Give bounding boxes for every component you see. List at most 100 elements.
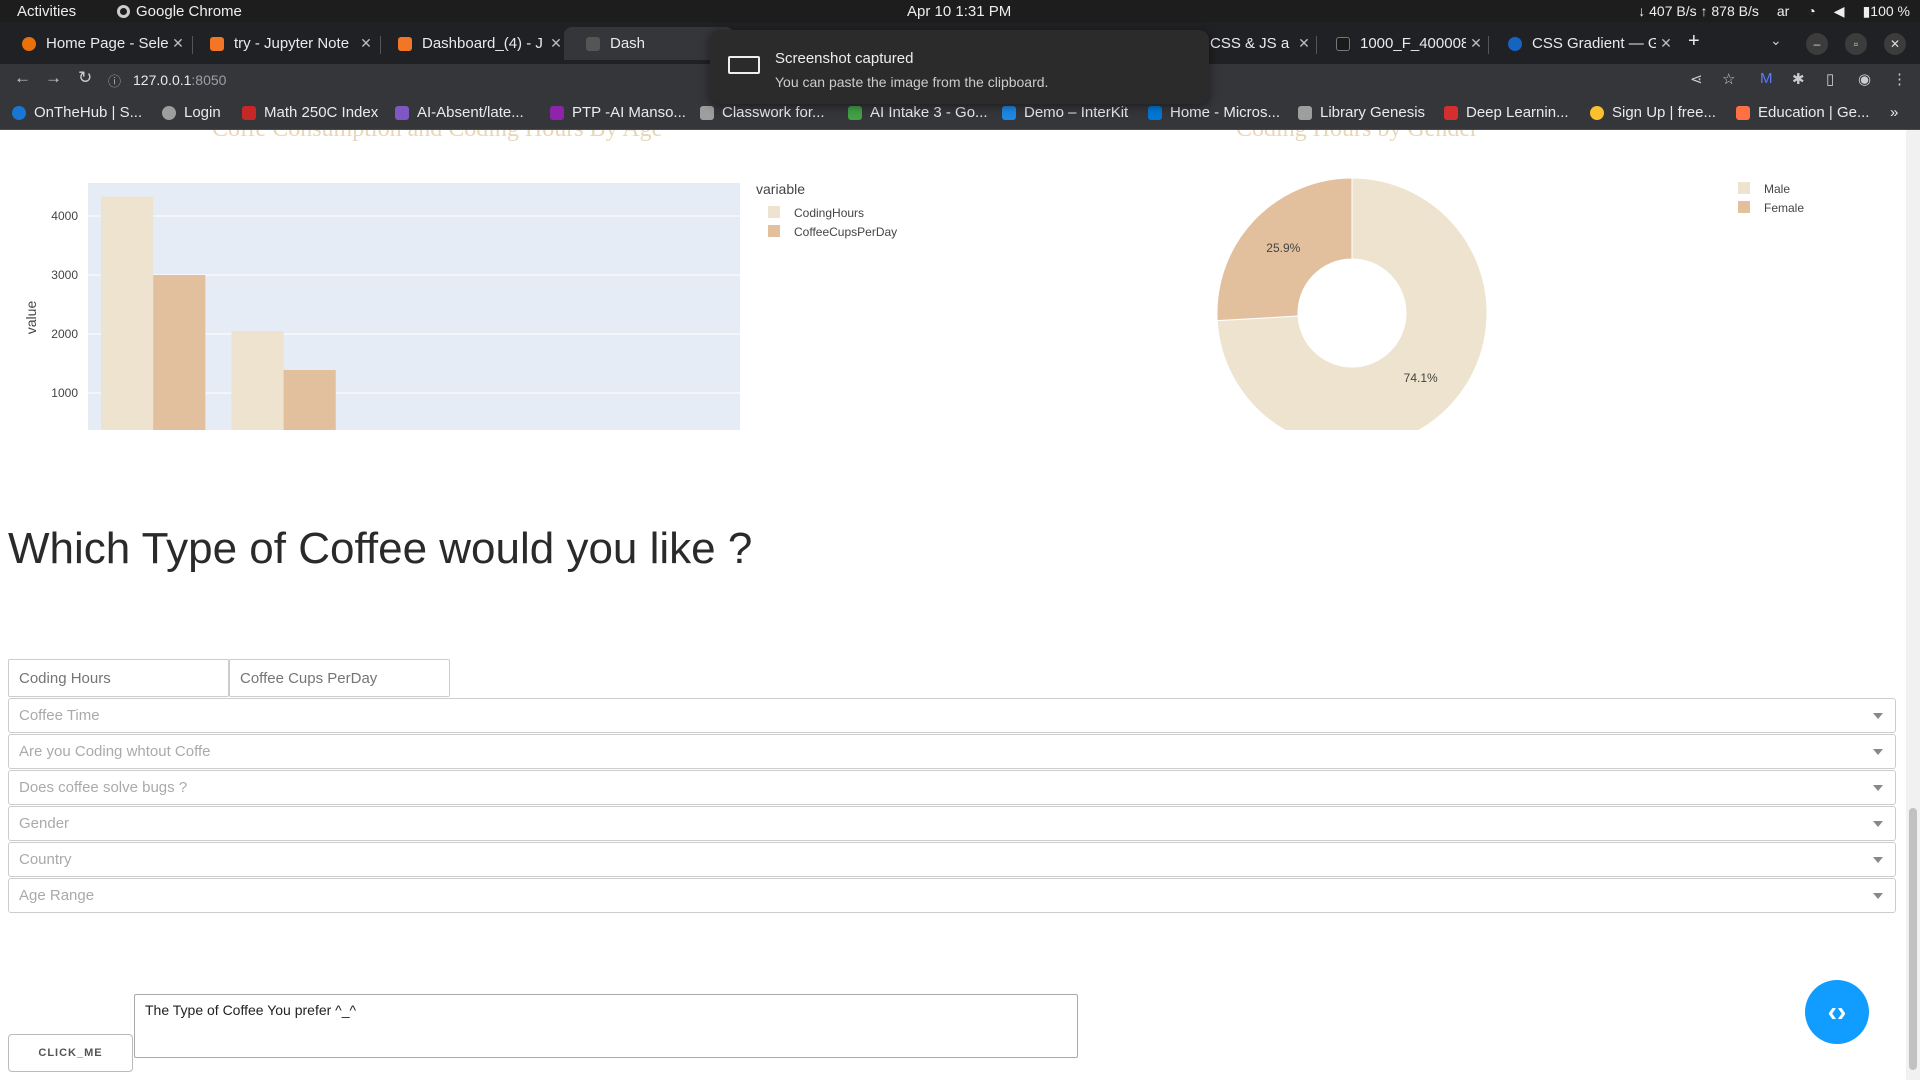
- profile-avatar[interactable]: ◉: [1858, 70, 1871, 88]
- bookmark-3[interactable]: AI-Absent/late...: [395, 104, 524, 121]
- bookmark-icon: [550, 105, 564, 120]
- coding-hours-input[interactable]: [8, 659, 229, 697]
- bookmark-1[interactable]: Login: [162, 104, 221, 121]
- activities-button[interactable]: Activities: [17, 3, 76, 20]
- tab-search-icon[interactable]: ⌄: [1770, 32, 1782, 49]
- close-icon[interactable]: ✕: [1656, 35, 1676, 52]
- more-bookmarks-icon[interactable]: »: [1890, 104, 1898, 121]
- bookmark-label: Home - Micros...: [1170, 104, 1281, 121]
- shutterstock-icon: [1336, 36, 1350, 51]
- battery-level: 100 %: [1870, 3, 1910, 19]
- bookmark-10[interactable]: Deep Learnin...: [1444, 104, 1569, 121]
- back-icon[interactable]: ←: [14, 68, 31, 88]
- extension-m-icon[interactable]: M: [1760, 70, 1773, 87]
- chrome-icon: [117, 5, 130, 18]
- reload-icon[interactable]: ↻: [78, 68, 92, 88]
- close-icon[interactable]: ✕: [168, 35, 188, 52]
- dropdown-placeholder: Age Range: [19, 887, 95, 904]
- tab-dash-active[interactable]: Dash: [564, 27, 734, 60]
- bookmark-9[interactable]: Library Genesis: [1298, 104, 1425, 121]
- tab-2[interactable]: Dashboard_(4) - J ✕: [376, 27, 566, 60]
- output-textarea[interactable]: The Type of Coffee You prefer ^_^: [134, 994, 1078, 1058]
- tab-title: Home Page - Selec: [46, 35, 168, 52]
- bookmark-icon: [162, 105, 176, 120]
- y-tick-label: 3000: [51, 268, 78, 282]
- bookmark-8[interactable]: Home - Micros...: [1148, 104, 1280, 121]
- bookmark-4[interactable]: PTP -AI Manso...: [550, 104, 686, 121]
- bookmark-icon: [848, 105, 862, 120]
- bookmark-icon: [395, 105, 409, 120]
- bookmark-2[interactable]: Math 250C Index: [242, 104, 378, 121]
- bookmark-7[interactable]: Demo – InterKit: [1002, 104, 1128, 121]
- bookmark-label: PTP -AI Manso...: [572, 104, 686, 121]
- close-window-icon[interactable]: ✕: [1884, 33, 1906, 55]
- bookmark-12[interactable]: Education | Ge...: [1736, 104, 1869, 121]
- bookmark-0[interactable]: OnTheHub | S...: [12, 104, 142, 121]
- star-icon[interactable]: ☆: [1722, 70, 1735, 88]
- coffee-solves-bugs-dropdown[interactable]: Does coffee solve bugs ?: [8, 770, 1896, 805]
- tab-title: try - Jupyter Note: [234, 35, 350, 52]
- country-dropdown[interactable]: Country: [8, 842, 1896, 877]
- minimize-icon[interactable]: –: [1806, 33, 1828, 55]
- legend-swatch: [768, 225, 780, 237]
- bookmark-label: Login: [184, 104, 221, 121]
- app-name: Google Chrome: [136, 3, 242, 20]
- bookmark-label: AI Intake 3 - Go...: [870, 104, 988, 121]
- legend-label: Female: [1764, 201, 1804, 215]
- tab-title: Dashboard_(4) - J: [422, 35, 543, 52]
- bookmark-icon: [1298, 105, 1312, 120]
- bookmark-6[interactable]: AI Intake 3 - Go...: [848, 104, 988, 121]
- dropdown-placeholder: Country: [19, 851, 72, 868]
- bar-chart[interactable]: 0100020003000400018 to 2930 to 3940 to 4…: [0, 170, 960, 430]
- notification-title: Screenshot captured: [775, 50, 914, 67]
- dash-icon: [586, 36, 600, 51]
- bar: [153, 275, 206, 430]
- screenshot-notification[interactable]: Screenshot captured You can paste the im…: [710, 30, 1209, 104]
- scrollbar-thumb[interactable]: [1909, 808, 1917, 1070]
- tab-5[interactable]: 1000_F_40000842✕: [1314, 27, 1486, 60]
- close-icon[interactable]: ✕: [356, 35, 376, 52]
- share-icon[interactable]: ⋖: [1690, 70, 1703, 88]
- tab-1[interactable]: try - Jupyter Note ✕: [188, 27, 376, 60]
- info-icon[interactable]: ⓘ: [108, 71, 121, 90]
- legend-swatch: [1738, 182, 1750, 194]
- close-icon[interactable]: ✕: [1294, 35, 1314, 52]
- close-icon[interactable]: ✕: [1466, 35, 1486, 52]
- bookmark-icon: [242, 105, 256, 120]
- side-panel-icon[interactable]: ▯: [1826, 70, 1834, 88]
- puzzle-icon[interactable]: ✱: [1792, 70, 1805, 88]
- dash-devtools-button[interactable]: ‹›: [1805, 980, 1869, 1044]
- page-scrollbar[interactable]: [1906, 130, 1920, 1080]
- coffee-cups-input[interactable]: [229, 659, 450, 697]
- click-me-button[interactable]: CLICK_ME: [8, 1034, 133, 1072]
- restore-icon[interactable]: ▫: [1845, 33, 1867, 55]
- wifi-icon[interactable]: ◔: [1807, 3, 1815, 20]
- bookmark-label: OnTheHub | S...: [34, 104, 143, 121]
- gender-dropdown[interactable]: Gender: [8, 806, 1896, 841]
- bar-chart-title: Coffe Consumption and Coding Hours By Ag…: [212, 130, 662, 143]
- chevron-down-icon: [1873, 856, 1883, 863]
- close-icon[interactable]: ✕: [546, 35, 566, 52]
- bookmark-5[interactable]: Classwork for...: [700, 104, 825, 121]
- dropdown-placeholder: Coffee Time: [19, 707, 100, 724]
- clock[interactable]: Apr 10 1:31 PM: [907, 3, 1011, 20]
- battery-indicator[interactable]: ▮100 %: [1863, 3, 1910, 20]
- bookmark-icon: [700, 105, 714, 120]
- bookmark-icon: [1444, 105, 1458, 120]
- tab-0[interactable]: Home Page - Selec ✕: [0, 27, 188, 60]
- keyboard-layout[interactable]: ar: [1777, 3, 1789, 20]
- volume-icon[interactable]: ◀: [1834, 3, 1845, 20]
- coffee-time-dropdown[interactable]: Coffee Time: [8, 698, 1896, 733]
- bookmark-label: Demo – InterKit: [1024, 104, 1129, 121]
- bookmark-icon: [1736, 105, 1750, 120]
- app-menu[interactable]: Google Chrome: [117, 3, 242, 20]
- pie-chart[interactable]: 74.1% 25.9% Male Female: [960, 170, 1920, 430]
- menu-kebab-icon[interactable]: ⋮: [1892, 70, 1907, 88]
- tab-6[interactable]: CSS Gradient — G ✕: [1486, 27, 1676, 60]
- bookmark-11[interactable]: Sign Up | free...: [1590, 104, 1716, 121]
- coding-without-coffee-dropdown[interactable]: Are you Coding whtout Coffe: [8, 734, 1896, 769]
- age-range-dropdown[interactable]: Age Range: [8, 878, 1896, 913]
- new-tab-button[interactable]: +: [1688, 30, 1700, 53]
- bar: [283, 370, 336, 430]
- forward-icon[interactable]: →: [45, 68, 62, 88]
